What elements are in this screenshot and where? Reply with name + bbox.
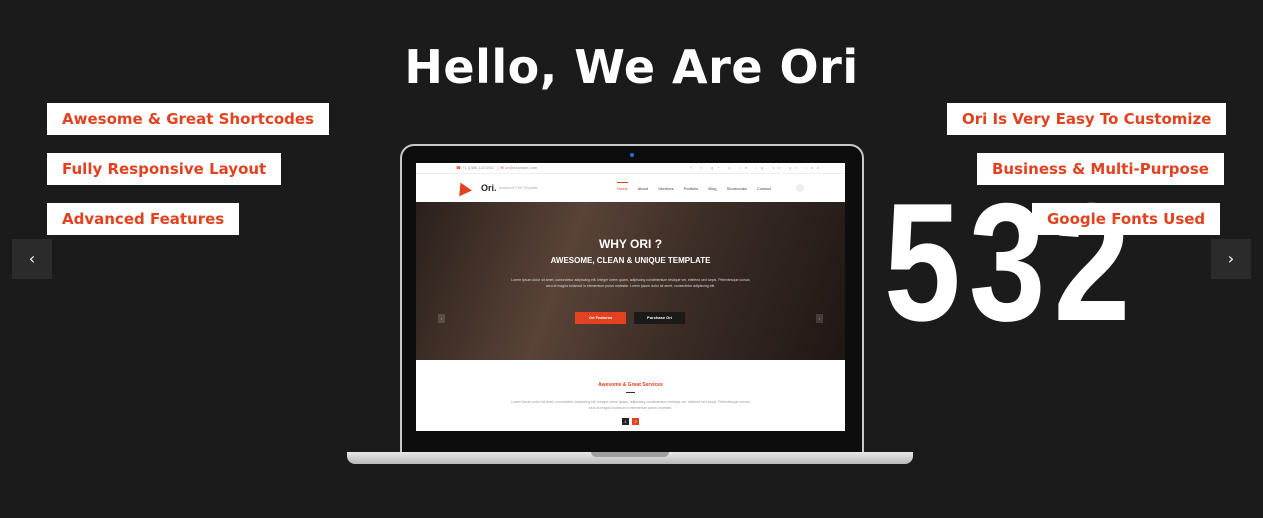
screen-social-icons: f t g+ p in ig vk yt rss bbox=[690, 165, 823, 170]
laptop-mockup: ☎ +1 (0)86 123 4567 | ✉ ori@example.com … bbox=[400, 144, 864, 456]
screen-hero-title: WHY ORI ? bbox=[598, 237, 663, 251]
screen-purchase-button: Purchase Ori bbox=[634, 312, 685, 324]
screen-email: ori@example.com bbox=[504, 165, 538, 170]
screen-section-title: Awesome & Great Services bbox=[598, 382, 663, 388]
phone-icon: ☎ bbox=[456, 165, 461, 170]
chevron-right-icon: › bbox=[1227, 249, 1235, 268]
screen-menu-home: Home bbox=[617, 182, 628, 191]
screen-hero: WHY ORI ? AWESOME, CLEAN & UNIQUE TEMPLA… bbox=[416, 202, 845, 360]
feature-tag-advanced: Advanced Features bbox=[47, 203, 240, 235]
screen-prev-icon: ‹ bbox=[438, 314, 445, 323]
screen-logo: Ori. bbox=[481, 183, 497, 193]
screen-hero-subtitle: AWESOME, CLEAN & UNIQUE TEMPLATE bbox=[550, 256, 711, 265]
feature-tag-responsive: Fully Responsive Layout bbox=[47, 153, 282, 185]
screen-section-text: Lorem ipsum dolor sit amet, consectetur … bbox=[511, 400, 750, 410]
screen-menu-contact: Contact bbox=[756, 186, 771, 191]
screen-menu-shortcodes: Shortcodes bbox=[726, 186, 747, 191]
screen-navbar: Ori. Awesome PSD Template Home About Ser… bbox=[416, 174, 845, 203]
screen-menu-blog: Blog bbox=[708, 186, 717, 191]
bird-logo-icon bbox=[454, 179, 472, 197]
screen-hero-text: Lorem ipsum dolor sit amet, consectetur … bbox=[511, 278, 750, 288]
screen-menu-about: About bbox=[637, 186, 649, 191]
chevron-left-icon: ‹ bbox=[28, 249, 36, 268]
screen-features-button: Ori Features bbox=[575, 312, 626, 324]
search-icon bbox=[796, 184, 804, 192]
feature-tag-customize: Ori Is Very Easy To Customize bbox=[947, 103, 1227, 135]
screen-menu: Home About Services Portfolio Blog Short… bbox=[617, 182, 780, 191]
laptop-notch bbox=[591, 452, 669, 457]
screen-logo-sub: Awesome PSD Template bbox=[499, 186, 538, 190]
feature-tag-business: Business & Multi-Purpose bbox=[977, 153, 1224, 185]
next-slide-button[interactable]: › bbox=[1211, 239, 1251, 279]
screen-page-2: 2 bbox=[632, 418, 639, 425]
screen-page-1: 1 bbox=[622, 418, 629, 425]
screen-section-divider bbox=[626, 392, 635, 393]
screen-phone: +1 (0)86 123 4567 bbox=[462, 165, 495, 170]
feature-tag-fonts: Google Fonts Used bbox=[1032, 203, 1221, 235]
camera-icon bbox=[630, 153, 634, 157]
page-title: Hello, We Are Ori bbox=[404, 40, 859, 94]
screen-topbar: ☎ +1 (0)86 123 4567 | ✉ ori@example.com … bbox=[416, 163, 845, 174]
prev-slide-button[interactable]: ‹ bbox=[12, 239, 52, 279]
feature-tag-shortcodes: Awesome & Great Shortcodes bbox=[47, 103, 329, 135]
screen-next-icon: › bbox=[816, 314, 823, 323]
laptop-screen: ☎ +1 (0)86 123 4567 | ✉ ori@example.com … bbox=[416, 163, 845, 431]
screen-menu-portfolio: Portfolio bbox=[683, 186, 699, 191]
screen-menu-services: Services bbox=[658, 186, 674, 191]
mail-icon: ✉ bbox=[500, 165, 504, 170]
